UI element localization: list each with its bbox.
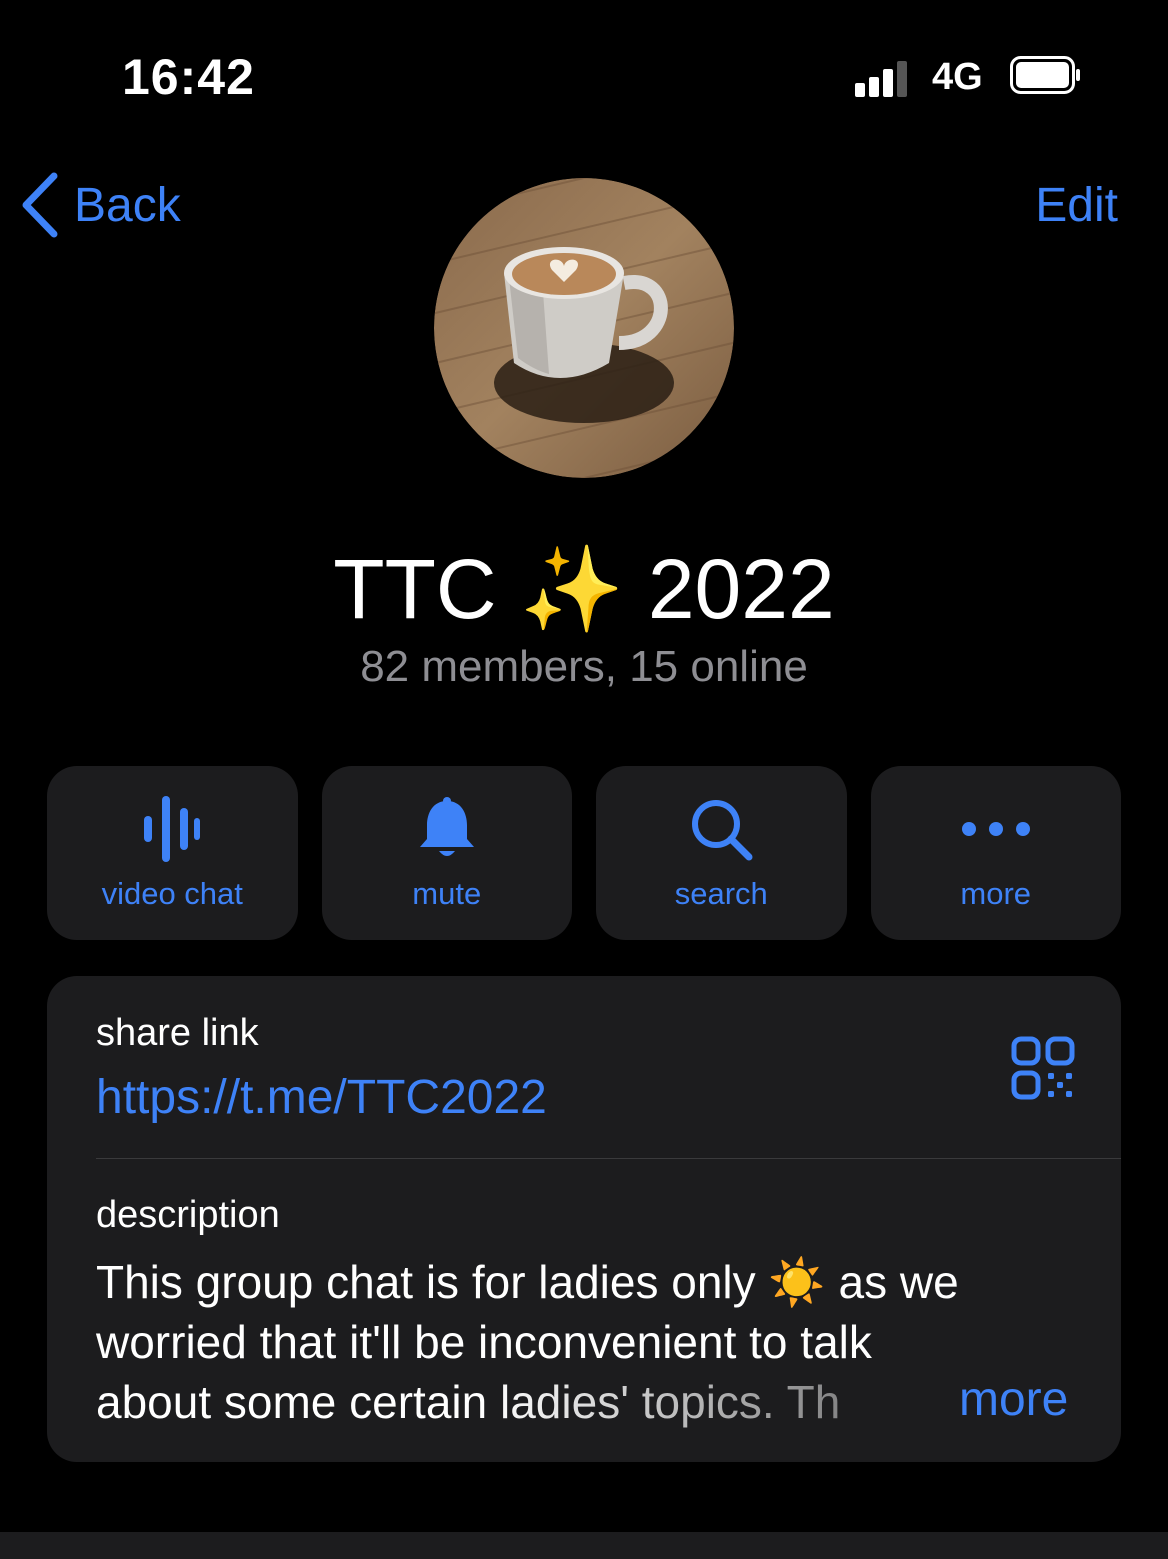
ellipsis-icon: [961, 794, 1031, 864]
signal-strength-icon: [855, 57, 915, 97]
description-line: worried that it'll be inconvenient to ta…: [96, 1316, 872, 1368]
share-link-label: share link: [96, 1012, 259, 1054]
back-label: Back: [74, 178, 181, 232]
search-icon: [689, 794, 753, 864]
divider: [96, 1158, 1121, 1159]
search-label: search: [674, 876, 768, 911]
bottom-panel-edge: [0, 1532, 1168, 1559]
network-type: 4G: [932, 56, 983, 98]
description-text: This group chat is for ladies only ☀️ as…: [96, 1252, 1076, 1432]
mute-button[interactable]: mute: [321, 766, 572, 940]
member-count: 82 members, 15 online: [360, 642, 808, 691]
chevron-left-icon: [22, 172, 58, 238]
group-name: TTC ✨ 2022: [333, 542, 835, 636]
video-chat-icon: [142, 794, 202, 864]
back-button[interactable]: Back: [18, 170, 181, 240]
description-line: about some certain ladies' topics. Th: [96, 1372, 1076, 1432]
qr-code-icon[interactable]: [1011, 1036, 1075, 1100]
group-avatar[interactable]: [434, 178, 734, 478]
action-bar: video chat mute search more: [47, 766, 1121, 940]
description-line: This group chat is for ladies only ☀️ as…: [96, 1256, 959, 1308]
mute-label: mute: [412, 876, 482, 911]
share-link-url[interactable]: https://t.me/TTC2022: [96, 1070, 547, 1125]
video-chat-button[interactable]: video chat: [47, 766, 298, 940]
info-card: share link https://t.me/TTC2022 descript…: [47, 976, 1121, 1462]
edit-button[interactable]: Edit: [1035, 178, 1118, 233]
search-button[interactable]: search: [596, 766, 847, 940]
video-chat-label: video chat: [101, 876, 243, 911]
bell-icon: [417, 794, 477, 864]
description-label: description: [96, 1194, 280, 1236]
description-more-link[interactable]: more: [959, 1372, 1068, 1427]
status-time: 16:42: [122, 49, 255, 105]
battery-icon: [1010, 56, 1080, 94]
more-label: more: [960, 876, 1032, 911]
more-button[interactable]: more: [870, 766, 1121, 940]
